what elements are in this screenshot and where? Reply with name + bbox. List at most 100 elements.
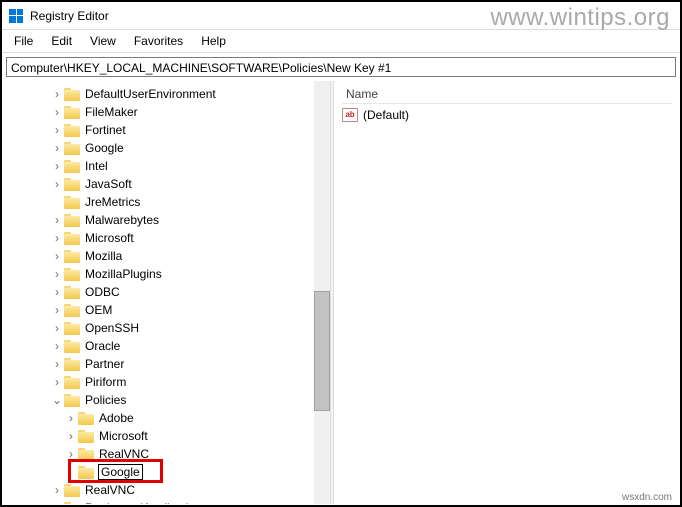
folder-icon xyxy=(64,124,80,137)
chevron-right-icon[interactable]: › xyxy=(50,286,64,298)
menu-view[interactable]: View xyxy=(82,32,124,50)
tree-pane: ›DefaultUserEnvironment›FileMaker›Fortin… xyxy=(2,81,330,504)
tree-item[interactable]: ›RealVNC xyxy=(8,445,330,463)
tree-item[interactable]: › ODBC xyxy=(8,283,330,301)
tree-item[interactable]: ›Mozilla xyxy=(8,247,330,265)
tree-item[interactable]: JreMetrics xyxy=(8,193,330,211)
menu-favorites[interactable]: Favorites xyxy=(126,32,191,50)
tree-item[interactable]: › Adobe xyxy=(8,409,330,427)
tree-item-label: Fortinet xyxy=(84,123,127,137)
tree-item[interactable]: › MozillaPlugins xyxy=(8,265,330,283)
tree[interactable]: ›DefaultUserEnvironment›FileMaker›Fortin… xyxy=(2,81,330,504)
chevron-right-icon[interactable]: › xyxy=(50,322,64,334)
tree-item[interactable]: ›Partner xyxy=(8,355,330,373)
chevron-right-icon[interactable]: › xyxy=(50,268,64,280)
chevron-right-icon[interactable]: › xyxy=(50,340,64,352)
folder-icon xyxy=(64,322,80,335)
tree-scrollbar-track[interactable] xyxy=(314,81,330,504)
value-name: (Default) xyxy=(362,108,410,122)
tree-item[interactable]: › Microsoft xyxy=(8,229,330,247)
tree-item-label: Microsoft xyxy=(98,429,149,443)
tree-item[interactable]: › Microsoft xyxy=(8,427,330,445)
tree-item[interactable]: › Oracle xyxy=(8,337,330,355)
folder-icon xyxy=(64,358,80,371)
folder-icon xyxy=(64,142,80,155)
chevron-right-icon[interactable]: › xyxy=(50,304,64,316)
content-area: ›DefaultUserEnvironment›FileMaker›Fortin… xyxy=(2,81,680,504)
value-row[interactable]: ab (Default) xyxy=(342,106,672,124)
chevron-right-icon[interactable]: › xyxy=(50,178,64,190)
tree-item-label: RegisteredApplications xyxy=(84,501,209,504)
tree-item-label: RealVNC xyxy=(84,483,136,497)
folder-icon xyxy=(78,466,94,479)
chevron-right-icon[interactable]: › xyxy=(50,484,64,496)
chevron-right-icon[interactable]: › xyxy=(50,376,64,388)
chevron-right-icon[interactable]: › xyxy=(64,430,78,442)
tree-item-label: Piriform xyxy=(84,375,127,389)
tree-item[interactable]: ›OEM xyxy=(8,301,330,319)
chevron-right-icon[interactable]: › xyxy=(50,106,64,118)
tree-item-label: FileMaker xyxy=(84,105,139,119)
chevron-right-icon[interactable]: › xyxy=(50,358,64,370)
address-bar[interactable]: Computer\HKEY_LOCAL_MACHINE\SOFTWARE\Pol… xyxy=(6,57,676,77)
tree-item[interactable]: › Google xyxy=(8,139,330,157)
tree-item[interactable]: › Piriform xyxy=(8,373,330,391)
tree-item-label: Microsoft xyxy=(84,231,135,245)
tree-item-label: Malwarebytes xyxy=(84,213,160,227)
chevron-right-icon[interactable]: › xyxy=(50,88,64,100)
tree-item-label: MozillaPlugins xyxy=(84,267,163,281)
chevron-right-icon[interactable]: › xyxy=(50,124,64,136)
column-header-name[interactable]: Name xyxy=(342,85,672,104)
chevron-right-icon[interactable]: › xyxy=(50,232,64,244)
tree-item[interactable]: › OpenSSH xyxy=(8,319,330,337)
tree-item-label: Policies xyxy=(84,393,127,407)
tree-item[interactable]: › Malwarebytes xyxy=(8,211,330,229)
chevron-right-icon[interactable]: › xyxy=(64,412,78,424)
chevron-right-icon[interactable]: › xyxy=(64,448,78,460)
menu-file[interactable]: File xyxy=(6,32,41,50)
tree-item[interactable]: › FileMaker xyxy=(8,103,330,121)
tree-item[interactable]: › JavaSoft xyxy=(8,175,330,193)
folder-icon xyxy=(64,340,80,353)
tree-item[interactable]: ›DefaultUserEnvironment xyxy=(8,85,330,103)
tree-item-label: ODBC xyxy=(84,285,121,299)
chevron-down-icon[interactable]: ⌄ xyxy=(50,394,64,406)
tree-item-label: JavaSoft xyxy=(84,177,133,191)
tree-item-label: JreMetrics xyxy=(84,195,141,209)
folder-icon xyxy=(64,196,80,209)
tree-item[interactable]: › RegisteredApplications xyxy=(8,499,330,504)
titlebar: Registry Editor xyxy=(2,2,680,30)
folder-icon xyxy=(64,484,80,497)
tree-item-label: OpenSSH xyxy=(84,321,140,335)
chevron-right-icon[interactable]: › xyxy=(50,142,64,154)
tree-item-label: Google xyxy=(84,141,125,155)
tree-item-label: Intel xyxy=(84,159,109,173)
chevron-right-icon[interactable]: › xyxy=(50,160,64,172)
chevron-right-icon[interactable]: › xyxy=(50,214,64,226)
chevron-right-icon[interactable]: › xyxy=(50,250,64,262)
folder-icon xyxy=(64,268,80,281)
folder-icon xyxy=(78,430,94,443)
tree-scrollbar-thumb[interactable] xyxy=(314,291,330,411)
folder-icon xyxy=(64,88,80,101)
window-title: Registry Editor xyxy=(30,9,109,23)
folder-icon xyxy=(64,178,80,191)
folder-icon xyxy=(78,412,94,425)
regedit-icon xyxy=(8,8,24,24)
values-pane: Name ab (Default) xyxy=(334,81,680,504)
tree-item[interactable]: ⌄ Policies xyxy=(8,391,330,409)
chevron-right-icon[interactable]: › xyxy=(50,502,64,504)
folder-icon xyxy=(64,250,80,263)
tree-item[interactable]: › Fortinet xyxy=(8,121,330,139)
menu-help[interactable]: Help xyxy=(193,32,234,50)
menu-edit[interactable]: Edit xyxy=(43,32,80,50)
string-value-icon: ab xyxy=(342,108,358,122)
tree-item[interactable]: › Intel xyxy=(8,157,330,175)
tree-item-label: Oracle xyxy=(84,339,121,353)
tree-item-label: Adobe xyxy=(98,411,135,425)
folder-icon xyxy=(64,214,80,227)
tree-item[interactable]: Google xyxy=(8,463,330,481)
folder-icon xyxy=(64,502,80,505)
tree-item[interactable]: › RealVNC xyxy=(8,481,330,499)
tree-item-label-editing[interactable]: Google xyxy=(98,464,143,480)
